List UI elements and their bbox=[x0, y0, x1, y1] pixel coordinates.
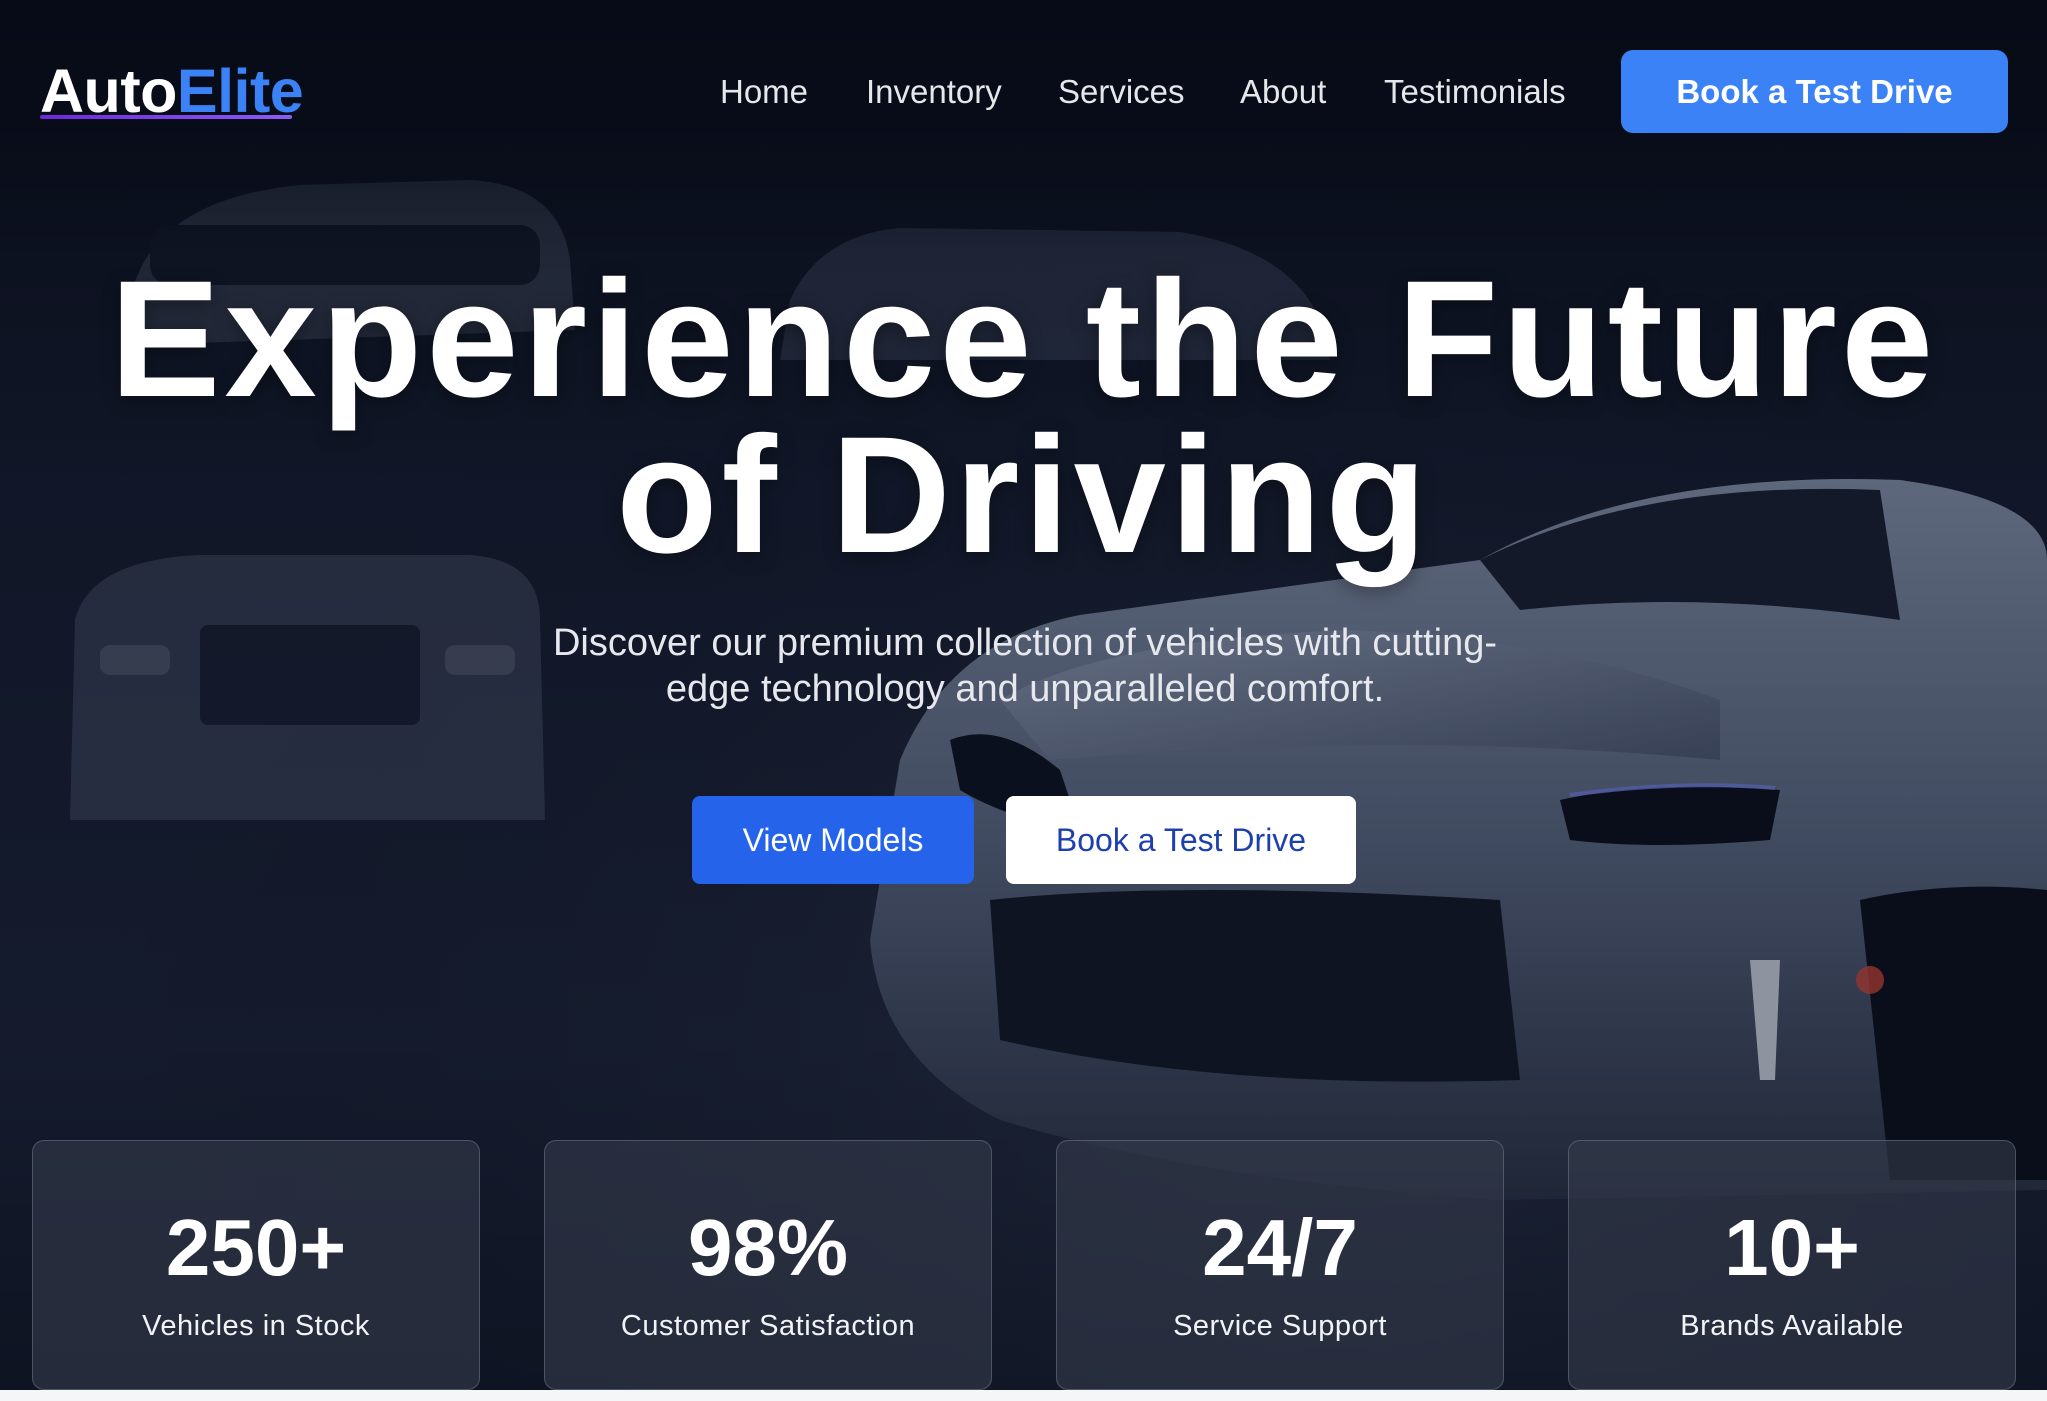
nav-link-home[interactable]: Home bbox=[720, 70, 808, 114]
hero-book-test-drive-button[interactable]: Book a Test Drive bbox=[1006, 796, 1356, 884]
nav-link-about[interactable]: About bbox=[1240, 70, 1326, 114]
hero-button-group: View Models Book a Test Drive bbox=[0, 796, 2047, 884]
nav-link-inventory[interactable]: Inventory bbox=[866, 70, 1002, 114]
stat-value: 98% bbox=[687, 1203, 849, 1292]
header-book-test-drive-button[interactable]: Book a Test Drive bbox=[1621, 50, 2008, 133]
stat-card-vehicles: 250+ Vehicles in Stock bbox=[32, 1140, 480, 1390]
stat-label: Vehicles in Stock bbox=[142, 1310, 370, 1342]
logo-underline bbox=[40, 115, 292, 119]
stat-label: Brands Available bbox=[1680, 1310, 1904, 1342]
page-bottom-edge bbox=[0, 1390, 2047, 1401]
stat-card-satisfaction: 98% Customer Satisfaction bbox=[544, 1140, 992, 1390]
hero-subtitle-line-1: Discover our premium collection of vehic… bbox=[552, 622, 1498, 664]
stat-value: 24/7 bbox=[1202, 1203, 1358, 1292]
stat-card-support: 24/7 Service Support bbox=[1056, 1140, 1504, 1390]
stat-value: 10+ bbox=[1724, 1203, 1860, 1292]
stats-section: 250+ Vehicles in Stock 98% Customer Sati… bbox=[0, 1140, 2047, 1390]
landing-page: AutoElite Home Inventory Services About … bbox=[0, 0, 2047, 1401]
stat-card-brands: 10+ Brands Available bbox=[1568, 1140, 2016, 1390]
nav-link-testimonials[interactable]: Testimonials bbox=[1384, 70, 1566, 114]
hero-title-line-2: of Driving bbox=[616, 403, 1431, 588]
view-models-button[interactable]: View Models bbox=[692, 796, 974, 884]
nav-link-services[interactable]: Services bbox=[1058, 70, 1185, 114]
stat-label: Customer Satisfaction bbox=[620, 1310, 916, 1342]
hero-subtitle-line-2: edge technology and unparalleled comfort… bbox=[665, 668, 1385, 710]
site-header: AutoElite Home Inventory Services About … bbox=[0, 0, 2047, 185]
stat-value: 250+ bbox=[165, 1203, 347, 1292]
stat-label: Service Support bbox=[1173, 1310, 1387, 1342]
hero-title: Experience the Future of Driving bbox=[0, 257, 2047, 579]
hero-subtitle: Discover our premium collection of vehic… bbox=[510, 620, 1540, 712]
